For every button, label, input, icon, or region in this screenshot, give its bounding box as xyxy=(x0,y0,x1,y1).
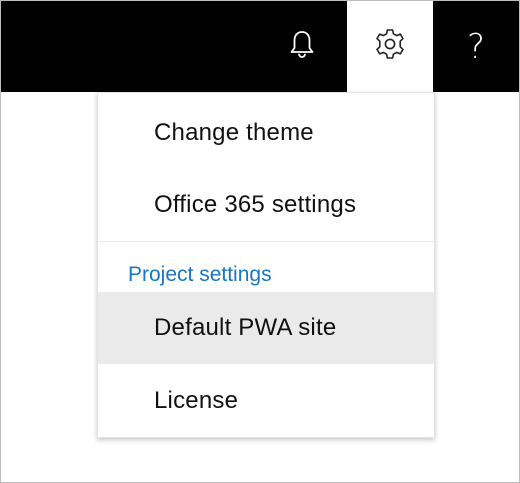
question-mark-icon: ? xyxy=(466,26,486,67)
section-heading-project-settings: Project settings xyxy=(128,263,272,286)
notifications-button[interactable] xyxy=(259,1,345,92)
help-button[interactable]: ? xyxy=(433,1,519,92)
menu-item-label: License xyxy=(154,387,239,414)
bell-icon xyxy=(289,29,315,64)
menu-item-license[interactable]: License xyxy=(98,365,434,437)
app-window: ? Change theme Office 365 settings Proje… xyxy=(0,0,520,483)
menu-item-default-pwa-site[interactable]: Default PWA site xyxy=(98,292,434,364)
menu-divider xyxy=(98,241,434,242)
gear-icon xyxy=(373,27,407,66)
settings-button[interactable] xyxy=(347,1,433,92)
top-navigation-bar: ? xyxy=(1,1,519,92)
menu-item-label: Default PWA site xyxy=(154,314,337,341)
menu-item-label: Change theme xyxy=(154,119,314,146)
menu-item-office-365-settings[interactable]: Office 365 settings xyxy=(98,169,434,241)
menu-item-label: Office 365 settings xyxy=(154,191,357,218)
menu-item-change-theme[interactable]: Change theme xyxy=(98,97,434,169)
settings-dropdown-menu: Change theme Office 365 settings Project… xyxy=(97,92,435,438)
